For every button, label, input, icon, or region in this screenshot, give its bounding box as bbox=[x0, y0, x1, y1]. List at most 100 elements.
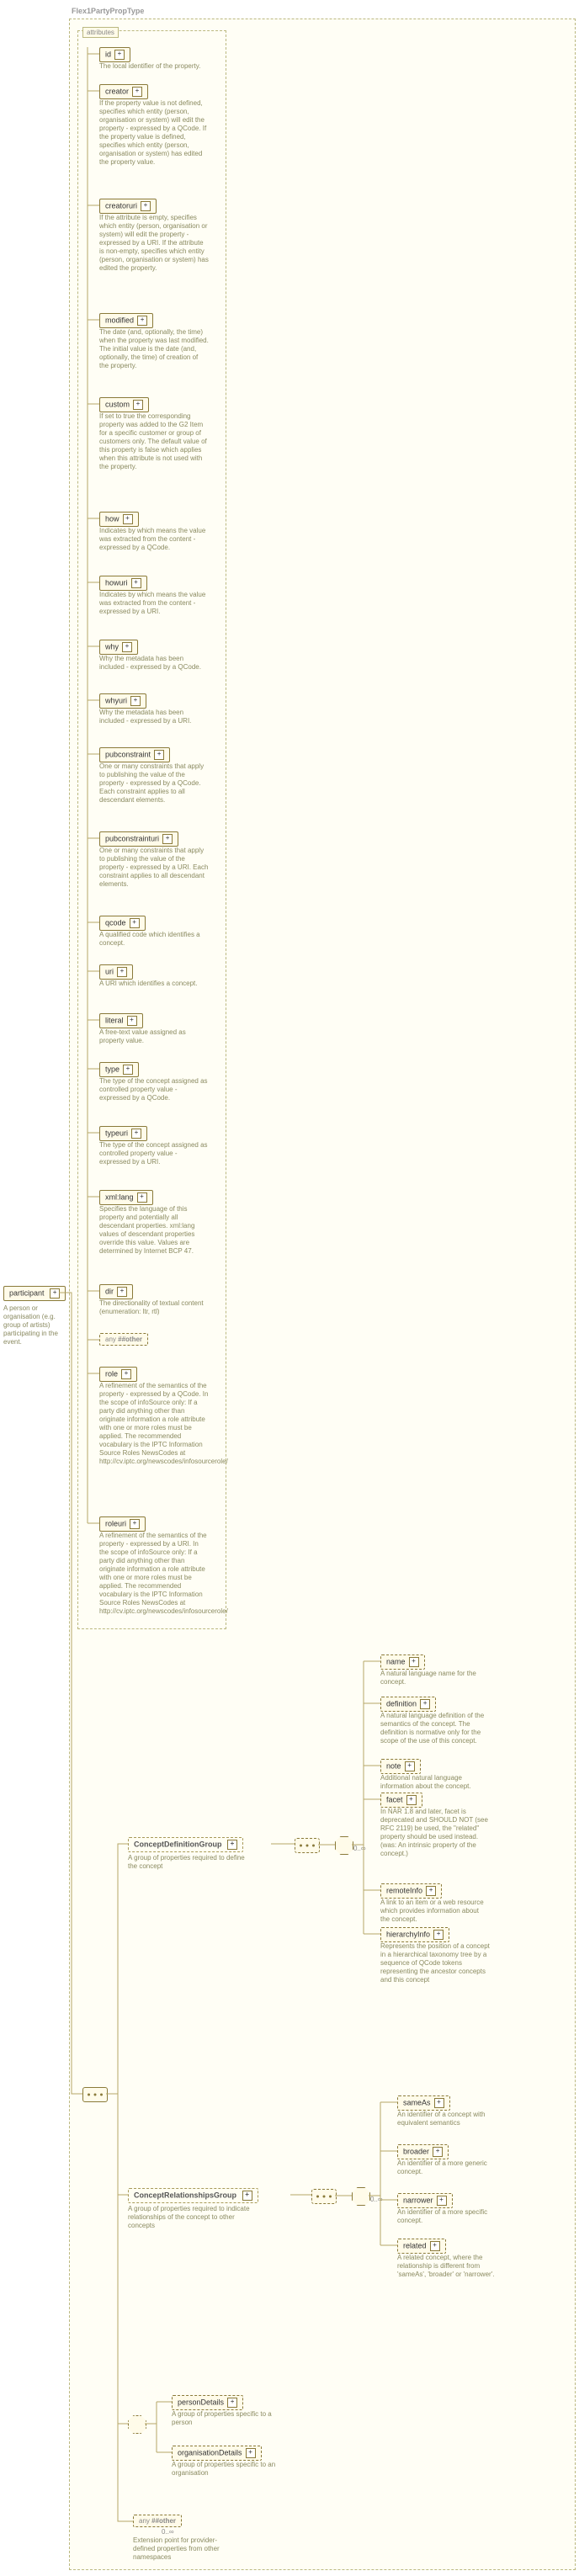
element-hierarchyinfo[interactable]: hierarchyInfo+ bbox=[380, 1927, 449, 1942]
expand-icon[interactable]: + bbox=[430, 2241, 440, 2251]
group-label: ConceptRelationshipsGroup bbox=[134, 2191, 236, 2199]
type-label: Flex1PartyPropType bbox=[72, 7, 144, 15]
root-element-label: participant bbox=[9, 1288, 45, 1297]
attr-label: xml:lang bbox=[105, 1192, 134, 1201]
attr-creatoruri[interactable]: creatoruri+ bbox=[99, 199, 157, 214]
expand-icon[interactable]: + bbox=[131, 578, 141, 588]
any-other-element[interactable]: any ##other bbox=[133, 2515, 182, 2527]
expand-icon[interactable]: + bbox=[130, 696, 141, 706]
element-label: narrower bbox=[403, 2196, 433, 2204]
expand-icon[interactable]: + bbox=[246, 2448, 256, 2458]
attr-whyuri[interactable]: whyuri+ bbox=[99, 693, 146, 709]
attr-how[interactable]: how+ bbox=[99, 512, 139, 527]
attr-label: custom bbox=[105, 400, 130, 408]
attr-dir[interactable]: dir+ bbox=[99, 1284, 133, 1299]
attr-howuri[interactable]: howuri+ bbox=[99, 576, 147, 591]
attr-uri[interactable]: uri+ bbox=[99, 964, 133, 980]
group-concept-relationships[interactable]: ConceptRelationshipsGroup + bbox=[128, 2188, 258, 2203]
expand-icon[interactable]: + bbox=[227, 2398, 237, 2408]
attr-modified[interactable]: modified+ bbox=[99, 313, 153, 328]
element-desc: A group of properties specific to a pers… bbox=[172, 2410, 290, 2427]
attr-pubconstraint[interactable]: pubconstraint+ bbox=[99, 747, 170, 762]
element-sameas[interactable]: sameAs+ bbox=[397, 2095, 450, 2111]
attr-desc: If set to true the corresponding propert… bbox=[99, 412, 209, 471]
element-definition[interactable]: definition+ bbox=[380, 1697, 436, 1712]
element-remoteinfo[interactable]: remoteInfo+ bbox=[380, 1883, 442, 1899]
expand-icon[interactable]: + bbox=[131, 1129, 141, 1139]
element-related[interactable]: related+ bbox=[397, 2239, 446, 2254]
element-desc: An identifier of a more specific concept… bbox=[397, 2208, 507, 2225]
expand-icon[interactable]: + bbox=[133, 400, 143, 410]
expand-icon[interactable]: + bbox=[426, 1886, 436, 1896]
group-concept-relationships-desc: A group of properties required to indica… bbox=[128, 2205, 254, 2230]
attr-typeuri[interactable]: typeuri+ bbox=[99, 1126, 147, 1141]
group-label: ConceptDefinitionGroup bbox=[134, 1840, 222, 1848]
element-desc: An identifier of a concept with equivale… bbox=[397, 2111, 507, 2127]
expand-icon[interactable]: + bbox=[227, 1840, 237, 1850]
expand-icon[interactable]: + bbox=[434, 2098, 444, 2108]
element-broader[interactable]: broader+ bbox=[397, 2144, 449, 2159]
expand-icon[interactable]: + bbox=[122, 642, 132, 652]
attr-label: typeuri bbox=[105, 1129, 128, 1137]
group-concept-definition[interactable]: ConceptDefinitionGroup + bbox=[128, 1837, 243, 1852]
expand-icon[interactable]: + bbox=[433, 1930, 444, 1940]
attr-label: how bbox=[105, 514, 120, 523]
attr-any-other[interactable]: any ##other bbox=[99, 1333, 148, 1346]
expand-icon[interactable]: + bbox=[50, 1288, 60, 1299]
expand-icon[interactable]: + bbox=[420, 1699, 430, 1709]
attr-roleuri[interactable]: roleuri + bbox=[99, 1516, 146, 1532]
expand-icon[interactable]: + bbox=[130, 1519, 140, 1529]
root-element[interactable]: participant + bbox=[3, 1286, 66, 1301]
expand-icon[interactable]: + bbox=[132, 87, 142, 97]
expand-icon[interactable]: + bbox=[117, 967, 127, 977]
expand-icon[interactable]: + bbox=[406, 1795, 417, 1805]
element-organisationdetails[interactable]: organisationDetails+ bbox=[172, 2446, 262, 2461]
expand-icon[interactable]: + bbox=[141, 201, 151, 211]
attr-custom[interactable]: custom+ bbox=[99, 397, 149, 412]
attr-why[interactable]: why+ bbox=[99, 640, 138, 655]
element-name[interactable]: name+ bbox=[380, 1654, 425, 1670]
element-desc: A link to an item or a web resource whic… bbox=[380, 1899, 490, 1924]
element-desc: In NAR 1.8 and later, facet is deprecate… bbox=[380, 1808, 490, 1858]
attr-literal[interactable]: literal+ bbox=[99, 1013, 143, 1028]
expand-icon[interactable]: + bbox=[130, 918, 140, 928]
attr-pubconstrainturi[interactable]: pubconstrainturi+ bbox=[99, 831, 178, 847]
element-persondetails[interactable]: personDetails+ bbox=[172, 2395, 243, 2410]
element-note[interactable]: note+ bbox=[380, 1759, 421, 1774]
expand-icon[interactable]: + bbox=[437, 2196, 447, 2206]
attr-label: pubconstraint bbox=[105, 750, 151, 758]
cardinality: 0..∞ bbox=[353, 1845, 366, 1852]
expand-icon[interactable]: + bbox=[162, 834, 173, 844]
element-label: definition bbox=[386, 1699, 417, 1708]
expand-icon[interactable]: + bbox=[123, 1065, 133, 1075]
element-desc: A natural language name for the concept. bbox=[380, 1670, 490, 1686]
expand-icon[interactable]: + bbox=[137, 1192, 147, 1203]
attr-desc: A URI which identifies a concept. bbox=[99, 980, 198, 988]
attr-type[interactable]: type+ bbox=[99, 1062, 139, 1077]
expand-icon[interactable]: + bbox=[127, 1016, 137, 1026]
expand-icon[interactable]: + bbox=[405, 1761, 415, 1771]
expand-icon[interactable]: + bbox=[154, 750, 164, 760]
expand-icon[interactable]: + bbox=[114, 50, 125, 60]
attributes-header: attributes bbox=[82, 27, 119, 38]
attr-id[interactable]: id+ bbox=[99, 47, 130, 62]
attr-role[interactable]: role+ bbox=[99, 1367, 137, 1382]
expand-icon[interactable]: + bbox=[433, 2147, 443, 2157]
expand-icon[interactable]: + bbox=[123, 514, 133, 524]
attr-label: roleuri bbox=[105, 1519, 126, 1527]
element-narrower[interactable]: narrower + bbox=[397, 2193, 453, 2208]
attr-xml-lang[interactable]: xml:lang+ bbox=[99, 1190, 153, 1205]
element-facet[interactable]: facet+ bbox=[380, 1793, 422, 1808]
expand-icon[interactable]: + bbox=[121, 1369, 131, 1379]
attr-creator[interactable]: creator+ bbox=[99, 84, 148, 99]
diagram-canvas: { "typeLabel": "Flex1PartyPropType", "ro… bbox=[0, 0, 579, 2576]
expand-icon[interactable]: + bbox=[242, 2191, 252, 2201]
attr-label: dir bbox=[105, 1287, 114, 1295]
attr-qcode[interactable]: qcode+ bbox=[99, 916, 146, 931]
attr-desc: A free-text value assigned as property v… bbox=[99, 1028, 209, 1045]
expand-icon[interactable]: + bbox=[409, 1657, 419, 1667]
expand-icon[interactable]: + bbox=[117, 1287, 127, 1297]
element-label: hierarchyInfo bbox=[386, 1930, 430, 1938]
any-other-desc: Extension point for provider-defined pro… bbox=[133, 2536, 234, 2562]
expand-icon[interactable]: + bbox=[137, 316, 147, 326]
